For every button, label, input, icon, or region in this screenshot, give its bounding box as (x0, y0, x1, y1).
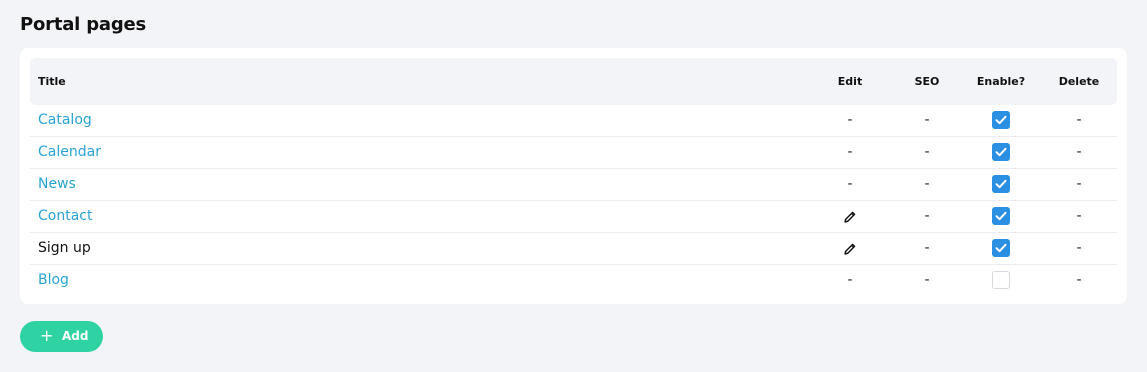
seo-cell: - (924, 176, 930, 192)
edit-cell: - (847, 176, 853, 192)
page-title-link[interactable]: Calendar (38, 137, 101, 168)
delete-cell: - (1076, 176, 1082, 192)
seo-cell: - (924, 112, 930, 128)
table-header: Title Edit SEO Enable? Delete (30, 58, 1117, 105)
plus-icon: + (40, 326, 54, 345)
delete-cell: - (1076, 144, 1082, 160)
header-edit: Edit (837, 75, 863, 88)
table-row: News - - - (30, 169, 1117, 201)
add-page-button[interactable]: + Add (20, 321, 103, 352)
enable-checkbox[interactable] (992, 207, 1010, 225)
enable-checkbox[interactable] (992, 175, 1010, 193)
seo-cell: - (924, 144, 930, 160)
enable-checkbox[interactable] (992, 143, 1010, 161)
delete-cell: - (1076, 208, 1082, 224)
page-title-link[interactable]: News (38, 169, 76, 200)
delete-cell: - (1076, 272, 1082, 288)
pencil-icon[interactable] (843, 241, 857, 260)
edit-cell: - (847, 272, 853, 288)
table-row: Sign up - - (30, 233, 1117, 265)
portal-pages-table: Title Edit SEO Enable? Delete Catalog - - -… (30, 58, 1117, 296)
seo-cell: - (924, 208, 930, 224)
table-row: Blog - - - (30, 265, 1117, 296)
table-row: Contact - - (30, 201, 1117, 233)
page-title-link[interactable]: Catalog (38, 105, 92, 136)
table-body: Catalog - - - Calendar - - - News - - - Contact - - Sig… (30, 105, 1117, 296)
delete-cell: - (1076, 112, 1082, 128)
header-enable: Enable? (976, 75, 1026, 88)
page-title-link[interactable]: Blog (38, 265, 69, 296)
table-row: Calendar - - - (30, 137, 1117, 169)
seo-cell: - (924, 240, 930, 256)
seo-cell: - (924, 272, 930, 288)
delete-cell: - (1076, 240, 1082, 256)
edit-cell: - (847, 144, 853, 160)
enable-checkbox[interactable] (992, 239, 1010, 257)
table-row: Catalog - - - (30, 105, 1117, 137)
enable-checkbox[interactable] (992, 271, 1010, 289)
header-seo: SEO (914, 75, 940, 88)
page-title: Portal pages (20, 14, 147, 35)
enable-checkbox[interactable] (992, 111, 1010, 129)
page-title-link[interactable]: Contact (38, 201, 92, 232)
header-title: Title (38, 75, 66, 88)
pencil-icon[interactable] (843, 209, 857, 228)
header-delete: Delete (1058, 75, 1100, 88)
page-title-link: Sign up (38, 240, 91, 256)
edit-cell: - (847, 112, 853, 128)
portal-pages-card: Title Edit SEO Enable? Delete Catalog - - -… (20, 48, 1127, 304)
add-button-label: Add (62, 329, 89, 343)
